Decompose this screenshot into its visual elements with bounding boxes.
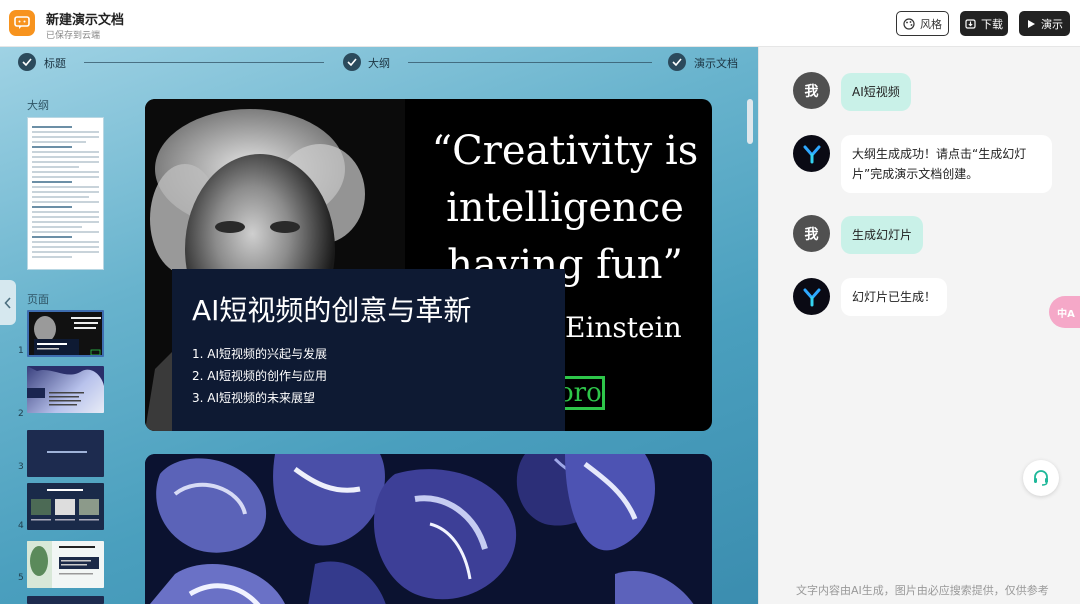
- play-icon: [1028, 19, 1035, 28]
- step-presentation[interactable]: 演示文档: [694, 55, 738, 71]
- style-button-label: 风格: [920, 17, 942, 31]
- agenda-item[interactable]: 2. AI短视频的创作与应用: [192, 365, 327, 387]
- step-outline[interactable]: 大纲: [368, 55, 390, 71]
- agenda-item[interactable]: 3. AI短视频的未来展望: [192, 387, 327, 409]
- assistant-message-bubble: 幻灯片已生成！: [841, 278, 948, 316]
- user-message-bubble: AI短视频: [841, 73, 911, 111]
- user-avatar: 我: [793, 72, 830, 109]
- scroll-thumb[interactable]: [747, 99, 753, 144]
- assistant-avatar-icon: [793, 278, 830, 315]
- download-button-label: 下载: [981, 17, 1003, 31]
- slide-title-overlay: AI短视频的创意与革新 1. AI短视频的兴起与发展 2. AI短视频的创作与应…: [172, 269, 565, 431]
- present-button[interactable]: 演示: [1019, 11, 1070, 36]
- palette-icon: [903, 17, 915, 30]
- chevron-left-icon: [4, 296, 11, 309]
- step-progress: 标题 大纲 演示文档: [0, 47, 758, 77]
- agenda-item[interactable]: 1. AI短视频的兴起与发展: [192, 343, 327, 365]
- page-thumbnail-2[interactable]: [27, 366, 104, 413]
- editor-workspace: 标题 大纲 演示文档 大纲 页面 1 2 3 4 5 “Creativity i…: [0, 47, 758, 604]
- page-number: 4: [18, 521, 24, 531]
- step-title[interactable]: 标题: [44, 55, 66, 71]
- page-thumbnail-6[interactable]: [27, 596, 104, 604]
- page-number: 3: [18, 462, 24, 472]
- slides-scrollbar[interactable]: [746, 99, 754, 604]
- download-icon: [965, 19, 976, 29]
- outline-thumbnail[interactable]: [27, 117, 104, 270]
- app-logo-icon[interactable]: [9, 10, 35, 36]
- download-button[interactable]: 下载: [960, 11, 1008, 36]
- check-icon: [668, 53, 686, 71]
- page-thumbnail-1[interactable]: [27, 310, 104, 357]
- customer-support-button[interactable]: [1023, 460, 1059, 496]
- translate-icon: 中A: [1057, 308, 1075, 320]
- quote-line-2: intelligence: [446, 185, 684, 231]
- assistant-avatar-icon: [793, 135, 830, 172]
- user-message-bubble: 生成幻灯片: [841, 216, 924, 254]
- page-thumbnail-5[interactable]: [27, 541, 104, 588]
- collapse-sidebar-button[interactable]: [0, 280, 16, 325]
- slide-1[interactable]: “Creativity is intelligence having fun” …: [145, 99, 712, 431]
- step-connector: [84, 62, 324, 63]
- assistant-message-bubble: 大纲生成成功！请点击“生成幻灯片”完成演示文档创建。: [841, 135, 1052, 193]
- check-icon: [343, 53, 361, 71]
- iris-flower-image: [145, 454, 712, 604]
- pages-label: 页面: [27, 293, 49, 306]
- step-connector: [408, 62, 652, 63]
- document-title[interactable]: 新建演示文档: [46, 9, 124, 28]
- slide-title[interactable]: AI短视频的创意与革新: [192, 289, 471, 329]
- slide-agenda-list: 1. AI短视频的兴起与发展 2. AI短视频的创作与应用 3. AI短视频的未…: [192, 343, 327, 409]
- page-thumbnail-3[interactable]: [27, 430, 104, 477]
- slide-2[interactable]: [145, 454, 712, 604]
- user-avatar: 我: [793, 215, 830, 252]
- headset-icon: [1034, 470, 1048, 486]
- chat-panel: 我 AI短视频 大纲生成成功！请点击“生成幻灯片”完成演示文档创建。 我 生成幻…: [758, 47, 1080, 604]
- top-bar: 新建演示文档 已保存到云端 风格 下载 演示: [0, 0, 1080, 47]
- translate-button[interactable]: 中A: [1049, 296, 1080, 328]
- quote-line-1: “Creativity is: [431, 128, 699, 174]
- ai-disclaimer: 文字内容由AI生成，图片由必应搜索提供，仅供参考: [796, 584, 1049, 597]
- present-button-label: 演示: [1041, 17, 1063, 31]
- page-number: 5: [18, 573, 24, 583]
- check-icon: [18, 53, 36, 71]
- quote-author: Einstein: [565, 311, 682, 344]
- page-number: 2: [18, 409, 24, 419]
- outline-label: 大纲: [27, 99, 49, 112]
- page-thumbnail-4[interactable]: [27, 483, 104, 530]
- page-number: 1: [18, 346, 24, 356]
- style-button[interactable]: 风格: [896, 11, 949, 36]
- save-status: 已保存到云端: [46, 31, 101, 41]
